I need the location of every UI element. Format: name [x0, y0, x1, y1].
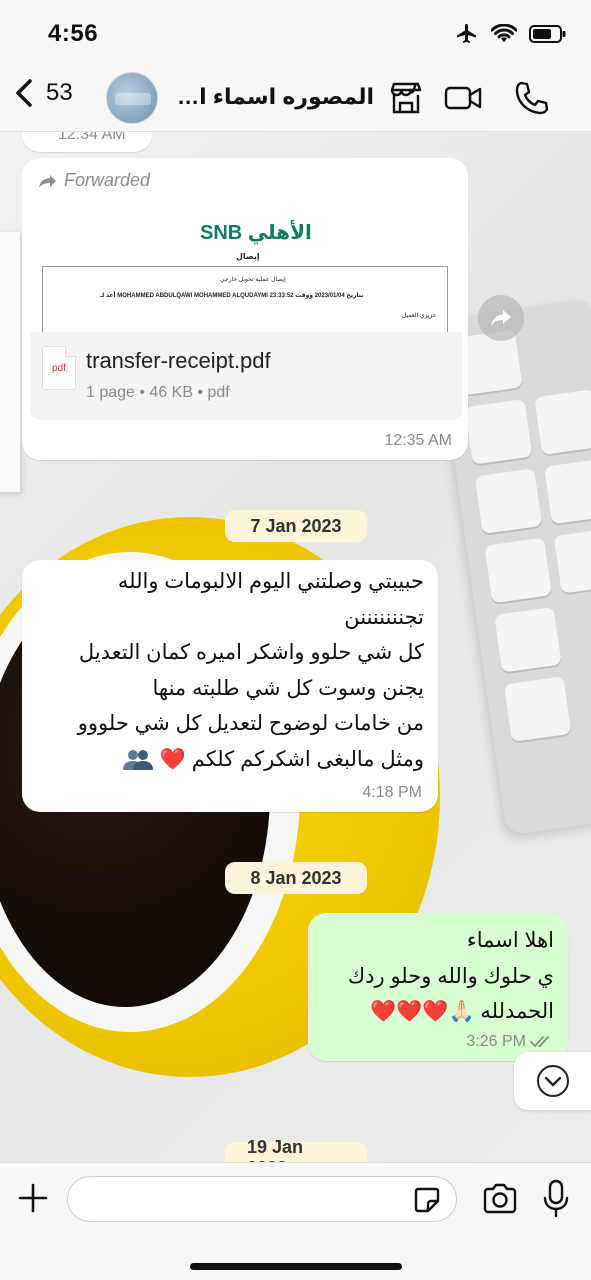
doc-greeting: عزيزي العميل [402, 313, 437, 319]
date-separator: 19 Jan 2023 [225, 1137, 367, 1162]
forwarded-text: Forwarded [64, 170, 151, 190]
file-name: transfer-receipt.pdf [86, 348, 271, 373]
back-button[interactable]: 53 [14, 78, 73, 108]
message-line: اهلا اسماء [466, 929, 554, 952]
doc-detail-line: أعد لـ MOHAMMED ABDULQAWI MOHAMMED ALQUD… [100, 293, 364, 299]
doc-title: إيصال [236, 252, 260, 261]
read-receipt-double-check-icon [530, 1036, 549, 1047]
share-arrow-icon [491, 310, 511, 326]
forward-arrow-icon [39, 174, 56, 188]
message-time: 3:26 PM [466, 1033, 526, 1050]
microphone-icon[interactable] [542, 1179, 570, 1219]
outgoing-text-message[interactable]: اهلا اسماء ي حلوك والله وحلو ردك الحمدلل… [308, 913, 568, 1061]
message-input[interactable] [67, 1176, 457, 1222]
message-line: كل شي حلوو واشكر اميره كمان التعديل [78, 641, 424, 664]
incoming-text-message[interactable]: حبيبتي وصلتني اليوم الالبومات والله تجنن… [22, 560, 438, 812]
status-time: 4:56 [48, 20, 99, 47]
chevron-left-icon [16, 79, 32, 107]
file-meta: 1 page • 46 KB • pdf [86, 384, 230, 401]
camera-icon[interactable] [482, 1183, 518, 1215]
snb-logo: SNB الأهلي [200, 220, 312, 245]
message-body: اهلا اسماء ي حلوك والله وحلو ردك الحمدلل… [318, 923, 554, 1030]
file-info-row[interactable]: pdf transfer-receipt.pdf 1 page • 46 KB … [30, 332, 462, 420]
unread-count: 53 [46, 79, 73, 106]
date-separator: 7 Jan 2023 [225, 510, 367, 542]
snb-logo-arabic: الأهلي [247, 222, 312, 244]
scroll-to-bottom-button[interactable] [514, 1052, 591, 1110]
document-preview[interactable]: SNB الأهلي إيصال إيصال عملية تحويل خارجي… [30, 204, 462, 332]
message-line: الحمدلله 🙏🏻❤️❤️❤️ [370, 1000, 554, 1023]
message-time: 12:34 AM [58, 132, 126, 143]
message-body: حبيبتي وصلتني اليوم الالبومات والله تجنن… [34, 564, 424, 777]
forwarded-label: Forwarded [38, 170, 150, 191]
status-bar: 4:56 [0, 0, 591, 66]
pdf-file-icon: pdf [42, 346, 76, 390]
video-call-icon[interactable] [444, 80, 484, 116]
forward-share-button[interactable] [478, 295, 524, 341]
message-composer [0, 1162, 591, 1280]
doc-subtitle: إيصال عملية تحويل خارجي [220, 277, 286, 283]
airplane-mode-icon [457, 24, 476, 43]
people-emoji-icon [122, 749, 153, 770]
previous-message-stub[interactable]: 12:34 AM [22, 132, 152, 152]
chevron-down-circle-icon [536, 1065, 569, 1097]
message-line: تجنننننننن [344, 605, 424, 629]
message-line: ي حلوك والله وحلو ردك [347, 964, 554, 988]
wifi-icon [491, 24, 517, 42]
doc-rule [42, 266, 448, 267]
document-message[interactable]: Forwarded SNB الأهلي إيصال إيصال عملية ت… [22, 158, 468, 460]
message-line: يجنن وسوت كل شي طلبته منها [152, 676, 424, 700]
plus-icon[interactable] [14, 1179, 52, 1217]
message-line: من خامات لوضوح لتعديل كل شي حلووو [77, 712, 424, 735]
business-store-icon[interactable] [388, 80, 424, 116]
wallpaper-paper [0, 232, 20, 492]
chat-area[interactable]: 12:34 AM Forwarded SNB الأهلي إيصال إيصا… [0, 132, 591, 1162]
sticker-icon[interactable] [412, 1185, 442, 1215]
chat-header: 53 المصوره اسماء القد... [0, 66, 591, 132]
message-line: حبيبتي وصلتني اليوم الالبومات والله [117, 570, 424, 593]
doc-rule-left [42, 266, 43, 332]
snb-logo-latin: SNB [200, 222, 243, 244]
phone-call-icon[interactable] [514, 80, 548, 116]
message-time: 12:35 AM [384, 432, 452, 449]
date-separator: 8 Jan 2023 [225, 862, 367, 894]
status-icons [455, 22, 567, 46]
battery-icon [529, 25, 566, 43]
message-line: ومثل مالبغى اشكركم كلكم ❤️ [159, 747, 424, 771]
message-time: 4:18 PM [362, 784, 422, 801]
home-indicator [190, 1263, 402, 1270]
contact-name[interactable]: المصوره اسماء القد... [170, 84, 374, 110]
doc-rule-right [447, 266, 448, 332]
avatar[interactable] [106, 72, 158, 124]
